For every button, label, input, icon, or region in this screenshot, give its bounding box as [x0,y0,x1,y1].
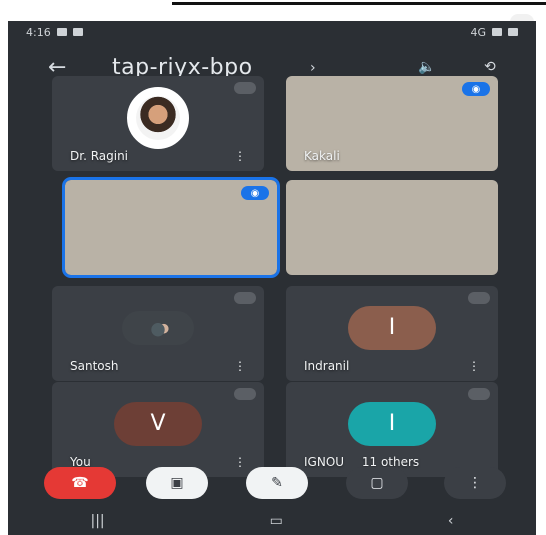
participant-tile[interactable] [286,180,498,275]
participant-avatar [127,86,189,149]
camera-button[interactable]: ▣ [146,467,208,499]
notification-icon [56,28,67,36]
speaking-icon: ◉ [241,186,269,200]
participant-avatar: I [348,401,436,446]
participant-tile[interactable]: ◉ Kakali [286,76,498,171]
avatar-photo [136,95,180,140]
more-icon[interactable] [234,82,256,94]
participant-name: Dr. Ragini [70,149,129,163]
participant-tile[interactable]: V You ⋮ [52,382,264,477]
status-right: 4G [470,26,518,39]
call-controls: ☎ ▣ ✎ ▢ ⋮ [8,467,536,505]
battery-icon [508,28,518,36]
back-icon[interactable]: ‹ [448,513,454,529]
avatar-initial: I [388,315,396,341]
audio-output-icon[interactable]: 🔈 [418,59,435,75]
camera-off-icon: ▣ [170,475,184,491]
participant-tile[interactable]: ◉ [62,177,280,278]
participant-tile[interactable]: Dr. Ragini ⋮ [52,76,264,171]
switch-camera-icon[interactable]: ⟲ [484,59,496,75]
signal-icon [492,28,502,36]
mute-icon: ⋮ [234,149,246,163]
status-left: 4:16 [26,26,83,39]
present-icon: ▢ [370,475,384,491]
network-indicator: 4G [470,25,486,39]
status-time: 4:16 [26,25,51,39]
recents-icon[interactable]: ||| [91,513,105,529]
android-nav-bar: ||| ▭ ‹ [8,507,536,535]
participant-tile[interactable]: I IGNOU 11 others [286,382,498,477]
more-icon[interactable] [234,292,256,304]
mic-off-icon: ✎ [271,475,283,491]
participant-name: Indranil [304,359,350,373]
more-button[interactable]: ⋮ [444,467,506,499]
mic-button[interactable]: ✎ [246,467,308,499]
present-button[interactable]: ▢ [346,467,408,499]
avatar-initial: I [388,411,396,437]
participant-avatar [122,310,194,345]
avatar-initial: V [150,411,166,437]
participant-tile[interactable]: Santosh ⋮ [52,286,264,381]
more-vertical-icon: ⋮ [468,475,482,491]
mute-icon: ⋮ [234,359,246,373]
participant-avatar: V [114,401,202,446]
chevron-right-icon[interactable]: › [310,60,316,76]
more-icon[interactable] [468,388,490,400]
status-bar: 4:16 4G [8,21,536,43]
meet-app-window: 4:16 4G ← tap-riyx-bpo › 🔈 ⟲ Dr. Ragini … [8,21,536,535]
participant-name: Kakali [304,149,340,163]
participant-tile[interactable]: I Indranil ⋮ [286,286,498,381]
more-icon[interactable] [468,292,490,304]
participant-name: Santosh [70,359,119,373]
mute-icon: ⋮ [468,359,480,373]
end-call-icon: ☎ [71,475,89,491]
participant-avatar: I [348,305,436,350]
screenshot-top-line [172,2,546,5]
speaking-icon: ◉ [462,82,490,96]
end-call-button[interactable]: ☎ [44,467,116,499]
notification-icon [72,28,83,36]
participants-grid: Dr. Ragini ⋮ ◉ Kakali ◉ Santosh ⋮ I Indr… [52,76,498,479]
home-icon[interactable]: ▭ [270,513,283,529]
more-icon[interactable] [234,388,256,400]
